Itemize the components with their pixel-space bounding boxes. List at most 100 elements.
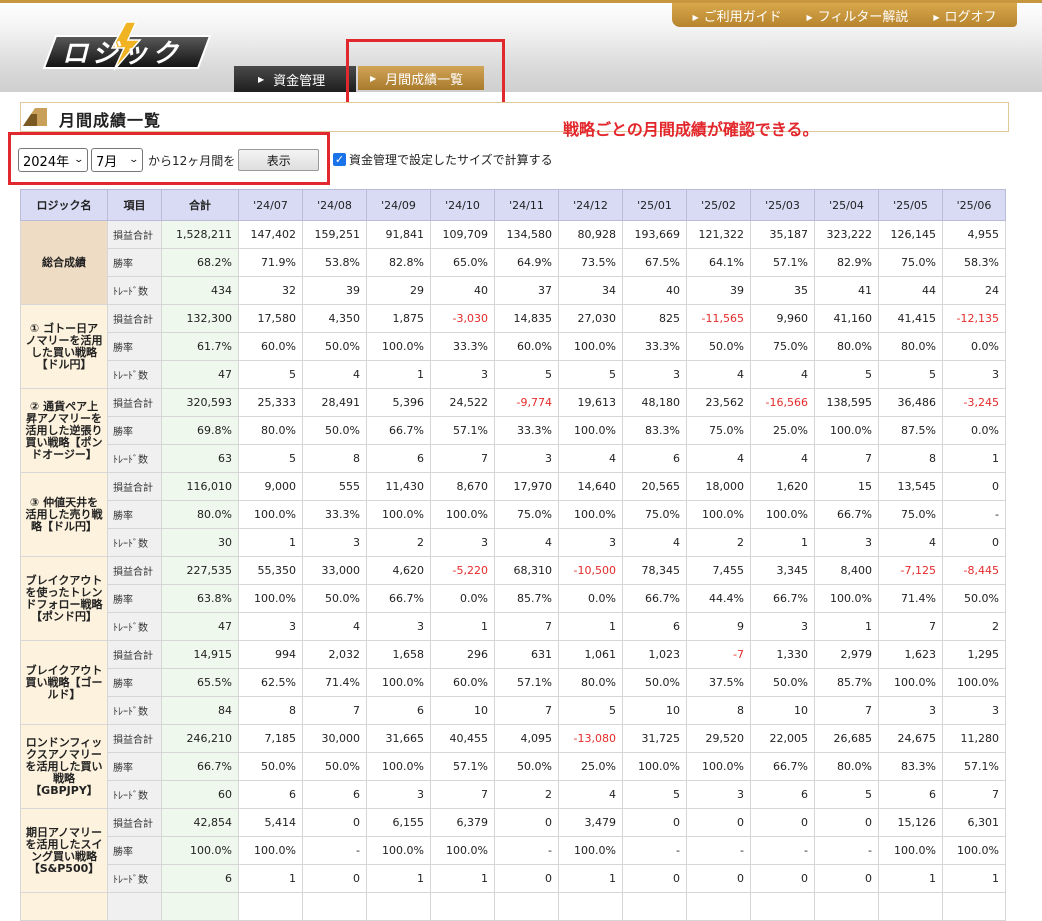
column-header: '25/04 <box>814 189 879 221</box>
month-cell: 35 <box>750 276 815 305</box>
month-cell: -13,080 <box>558 724 623 753</box>
month-cell: 10 <box>622 696 687 725</box>
month-cell <box>750 892 815 921</box>
top-nav-filter[interactable]: ▶ フィルター解説 <box>807 6 909 25</box>
month-cell: 41,415 <box>878 304 943 333</box>
month-cell: 3 <box>942 360 1006 389</box>
total-cell: 30 <box>161 528 239 557</box>
metric-label: ﾄﾚｰﾄﾞ数 <box>107 444 162 473</box>
month-cell: 7 <box>494 696 559 725</box>
table-row: ブレイクアウト買い戦略【ゴールド】 損益合計 14,915 994 2,032 1,658… <box>20 640 1006 725</box>
month-cell: 40,455 <box>430 724 495 753</box>
month-cell: 100.0% <box>558 500 623 529</box>
month-cell: 4 <box>302 360 367 389</box>
month-cell: 3,479 <box>558 808 623 837</box>
month-cell: 5 <box>558 360 623 389</box>
tab-money-management[interactable]: ▶ 資金管理 <box>234 66 356 92</box>
strategy-name: ③ 仲値天井を活用した売り戦略【ドル円】 <box>20 472 108 557</box>
month-cell: 2 <box>494 780 559 809</box>
month-cell: 29 <box>366 276 431 305</box>
month-cell: 39 <box>302 276 367 305</box>
month-cell: 19,613 <box>558 388 623 417</box>
month-cell: 7,185 <box>238 724 303 753</box>
column-header: '25/01 <box>622 189 687 221</box>
month-cell: 29,520 <box>686 724 751 753</box>
month-cell: 1 <box>366 864 431 893</box>
month-cell: 4,955 <box>942 220 1006 249</box>
triangle-right-icon: ▶ <box>258 74 265 84</box>
month-cell: 1,620 <box>750 472 815 501</box>
metric-label: ﾄﾚｰﾄﾞ数 <box>107 360 162 389</box>
month-cell: 994 <box>238 640 303 669</box>
strategy-name: ブレイクアウトを使ったトレンドフォロー戦略【ポンド円】 <box>20 556 108 641</box>
month-cell: 0 <box>942 528 1006 557</box>
table-header-row: ロジック名 項目 合計 '24/07'24/08'24/09'24/10'24/11 '… <box>20 189 1006 221</box>
month-cell: 7 <box>814 696 879 725</box>
highlight-box-controls <box>8 132 330 185</box>
month-cell: 57.1% <box>494 668 559 697</box>
table-row: ﾄﾚｰﾄﾞ数 47 5 4 1 3 5 5 3 4 4 5 5 3 <box>21 360 1006 389</box>
month-cell: 100.0% <box>622 752 687 781</box>
month-cell: 555 <box>302 472 367 501</box>
month-cell: 6 <box>622 444 687 473</box>
svg-text:ロジック: ロジック <box>62 39 182 69</box>
month-cell: 100.0% <box>430 500 495 529</box>
month-cell: 134,580 <box>494 220 559 249</box>
top-nav-logoff[interactable]: ▶ ログオフ <box>933 6 996 25</box>
month-cell: 10 <box>430 696 495 725</box>
month-cell: 62.5% <box>238 668 303 697</box>
size-calc-checkbox[interactable]: ✓ <box>333 153 346 166</box>
month-cell: 0 <box>622 808 687 837</box>
month-cell: 100.0% <box>878 836 943 865</box>
month-cell: 1,061 <box>558 640 623 669</box>
month-cell: 9,960 <box>750 304 815 333</box>
month-cell: 3 <box>750 612 815 641</box>
month-cell: 7 <box>302 696 367 725</box>
page-title: 月間成績一覧 <box>59 111 162 130</box>
month-cell: - <box>942 500 1006 529</box>
month-cell: 85.7% <box>494 584 559 613</box>
month-cell: 0.0% <box>558 584 623 613</box>
month-cell: 55,350 <box>238 556 303 585</box>
month-cell: 100.0% <box>878 668 943 697</box>
column-header: '24/07 <box>238 189 303 221</box>
month-cell: 109,709 <box>430 220 495 249</box>
metric-label: 勝率 <box>107 248 162 277</box>
site-logo[interactable]: ロジック <box>40 20 216 72</box>
month-cell: 4 <box>494 528 559 557</box>
month-cell: 4 <box>750 444 815 473</box>
month-cell: 39 <box>686 276 751 305</box>
metric-label: 損益合計 <box>107 556 162 585</box>
month-cell: 75.0% <box>622 500 687 529</box>
month-cell: 11,430 <box>366 472 431 501</box>
total-cell: 66.7% <box>161 752 239 781</box>
month-cell: 1 <box>558 864 623 893</box>
month-cell: 40 <box>622 276 687 305</box>
month-cell: 0 <box>942 472 1006 501</box>
month-cell: 2,979 <box>814 640 879 669</box>
month-cell: 1 <box>942 864 1006 893</box>
month-cell <box>558 892 623 921</box>
month-cell: 1,658 <box>366 640 431 669</box>
month-cell: 41 <box>814 276 879 305</box>
column-header: 合計 <box>161 189 239 221</box>
month-cell: -7,125 <box>878 556 943 585</box>
month-cell: 100.0% <box>366 500 431 529</box>
triangle-right-icon: ▶ <box>933 12 940 22</box>
month-cell: 4 <box>302 612 367 641</box>
month-cell: 34 <box>558 276 623 305</box>
month-cell: 17,970 <box>494 472 559 501</box>
month-cell: -3,245 <box>942 388 1006 417</box>
month-cell: 66.7% <box>366 584 431 613</box>
month-cell: - <box>302 836 367 865</box>
month-cell: 0 <box>494 808 559 837</box>
month-cell: 3 <box>686 780 751 809</box>
month-cell: 138,595 <box>814 388 879 417</box>
month-cell: 5 <box>558 696 623 725</box>
month-cell: 80.0% <box>878 332 943 361</box>
month-cell: 64.9% <box>494 248 559 277</box>
month-cell: 9 <box>686 612 751 641</box>
top-nav-guide[interactable]: ▶ ご利用ガイド <box>692 6 781 25</box>
month-cell <box>366 892 431 921</box>
month-cell: 100.0% <box>814 416 879 445</box>
